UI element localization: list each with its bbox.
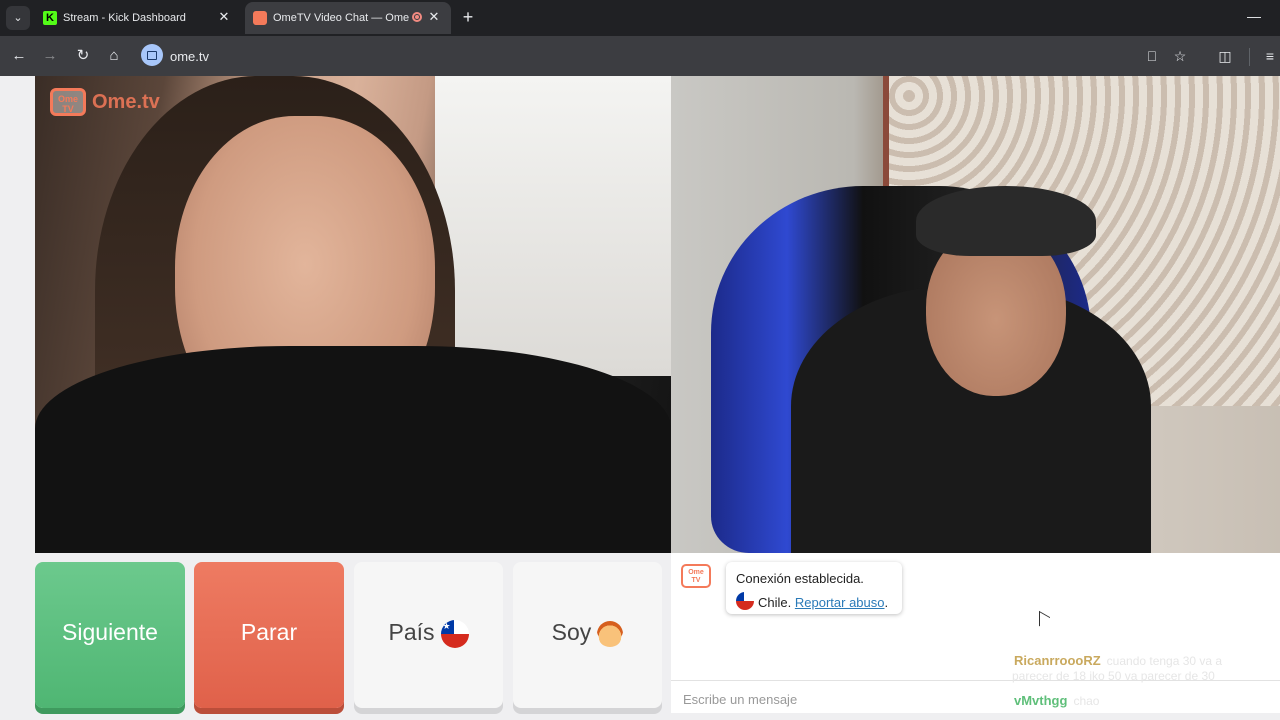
browser-toolbar: ← → ↻ ⌂ ome.tv ⎕ ☆ ◫ ≡: [0, 36, 1280, 76]
stop-button[interactable]: Parar: [194, 562, 344, 708]
message-input[interactable]: [681, 688, 1015, 710]
stream-chat-message: vMvthgg chao: [1014, 693, 1099, 708]
kick-icon: K: [43, 11, 57, 25]
address-bar[interactable]: ome.tv: [170, 49, 209, 64]
stream-chat-text: cuando tenga 30 va a: [1106, 654, 1223, 668]
boy-emoji-icon: [597, 620, 624, 647]
back-arrow-icon[interactable]: ←: [7, 44, 31, 68]
chat-panel: Ome TV Conexión establecida. Chile. Repo…: [671, 553, 1280, 713]
next-button[interactable]: Siguiente: [35, 562, 185, 708]
home-icon[interactable]: ⌂: [102, 44, 126, 68]
ometv-page: Ome TV Ome.tv Siguiente Parar País Soy O…: [0, 76, 1280, 720]
new-tab-button[interactable]: +: [458, 7, 478, 27]
country-select-button[interactable]: País: [354, 562, 503, 708]
recording-indicator-icon: [412, 12, 422, 22]
report-abuse-link[interactable]: Reportar abuso: [795, 595, 885, 610]
self-video: [671, 76, 1280, 553]
browser-tab-bar: ⌄ K Stream - Kick Dashboard ✕ OmeTV Vide…: [0, 0, 1280, 36]
toolbar-divider: [1249, 48, 1250, 66]
minimize-window-button[interactable]: —: [1244, 8, 1264, 26]
gender-select-button[interactable]: Soy: [513, 562, 662, 708]
next-button-label: Siguiente: [62, 619, 158, 645]
ometv-logo-text: Ome.tv: [92, 91, 160, 113]
connection-status-text: Conexión establecida.: [736, 571, 864, 586]
site-info-camera-icon[interactable]: [141, 44, 163, 66]
stream-chat-text: chao: [1073, 694, 1100, 708]
stream-chat-text-continued: parecer de 18 iko 50 va parecer de 30: [1012, 669, 1215, 683]
tab-search-chevron-icon[interactable]: ⌄: [6, 6, 30, 30]
close-tab-icon[interactable]: ✕: [216, 9, 232, 25]
install-app-icon[interactable]: ⎕: [1140, 44, 1164, 68]
forward-arrow-icon[interactable]: →: [38, 44, 62, 68]
extensions-puzzle-icon[interactable]: ◫: [1213, 44, 1237, 68]
country-button-label: País: [388, 619, 435, 645]
reload-icon[interactable]: ↻: [71, 44, 95, 68]
close-tab-icon[interactable]: ✕: [426, 9, 442, 25]
ometv-logo: Ome TV Ome.tv: [50, 86, 170, 120]
tab-ometv[interactable]: OmeTV Video Chat — Ome ✕: [245, 2, 451, 34]
chile-flag-icon: [440, 619, 469, 648]
stream-chat-user: vMvthgg: [1014, 693, 1068, 708]
bookmark-star-icon[interactable]: ☆: [1168, 44, 1192, 68]
tab-kick-dashboard[interactable]: K Stream - Kick Dashboard ✕: [35, 2, 241, 34]
system-message: Conexión establecida. Chile. Reportar ab…: [726, 562, 902, 614]
ometv-badge-icon: Ome TV: [50, 88, 86, 116]
mouse-cursor-icon: [1039, 610, 1050, 633]
tab-title: Stream - Kick Dashboard: [63, 12, 186, 24]
stop-button-label: Parar: [240, 619, 298, 645]
ometv-icon: [253, 11, 267, 25]
partner-country: Chile.: [758, 595, 792, 610]
reading-list-icon[interactable]: ≡: [1258, 44, 1280, 68]
tab-title: OmeTV Video Chat — Ome: [273, 12, 410, 24]
stream-chat-user: RicanrroooRZ: [1014, 653, 1101, 668]
message-input-area: [671, 680, 1280, 713]
stream-chat-message: RicanrroooRZ cuando tenga 30 va a: [1014, 653, 1222, 668]
stranger-video: Ome TV Ome.tv: [35, 76, 671, 553]
chile-flag-icon: [736, 592, 754, 610]
gender-button-label: Soy: [551, 619, 592, 645]
ometv-badge-icon: Ome TV: [681, 564, 711, 588]
